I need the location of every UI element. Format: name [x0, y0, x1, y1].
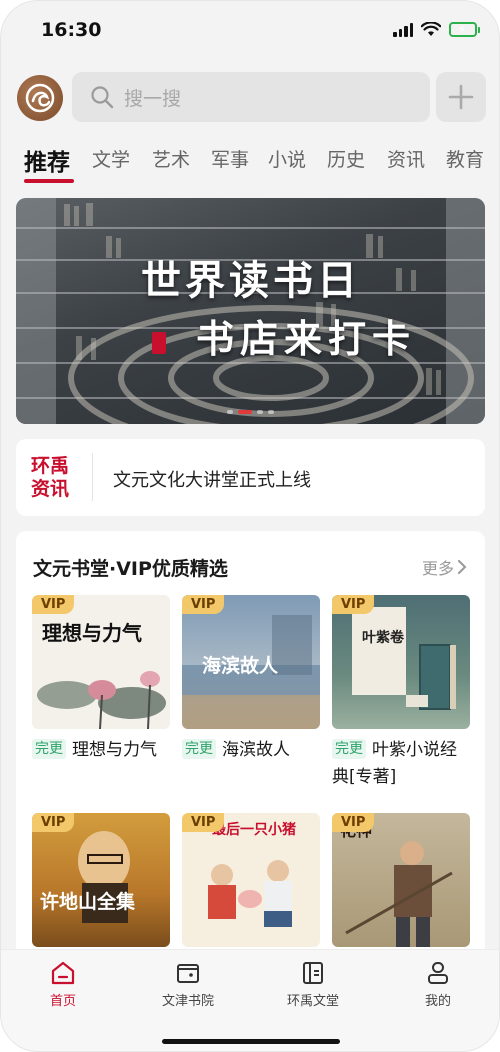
vip-badge: VIP [182, 595, 225, 614]
nav-home[interactable]: 首页 [13, 960, 113, 1009]
search-placeholder: 搜一搜 [124, 87, 182, 110]
book-info: 完更 海滨故人 [182, 737, 320, 764]
banner-title-line1: 世界读书日 [141, 257, 361, 304]
news-divider [92, 453, 93, 501]
tab-news[interactable]: 资讯 [387, 145, 425, 172]
banner-title-line2: 书店来打卡 [196, 316, 417, 361]
book-title: 海滨故人 [222, 740, 290, 760]
book-card[interactable]: VIP 花神 [332, 813, 470, 947]
book-cover: VIP 叶紫卷 [332, 595, 470, 729]
plus-icon [448, 84, 474, 110]
book-cover: VIP 花神 [332, 813, 470, 947]
book-card[interactable]: VIP 叶紫卷 完更 叶紫小说经典[专著] [332, 595, 470, 791]
app-screen: 16:30 ⚡ 搜一搜 推荐 文学 艺术 军事 小说 历史 资讯 教育 世界读书… [0, 0, 500, 1052]
category-tabs: 推荐 文学 艺术 军事 小说 历史 资讯 教育 [1, 139, 499, 189]
status-tag: 完更 [182, 739, 216, 759]
wallet-icon [177, 964, 199, 983]
vip-section: 文元书堂·VIP优质精选 更多 VIP 理想与力气 完更 理想与力气 VIP 海… [16, 531, 485, 971]
logo-icon [25, 83, 55, 113]
book-cover: VIP 最后一只小猪 [182, 813, 320, 947]
status-icons: ⚡ [393, 21, 480, 37]
app-logo[interactable] [17, 75, 63, 121]
book-cover: VIP 理想与力气 [32, 595, 170, 729]
wifi-icon [421, 21, 441, 36]
promo-banner[interactable]: 世界读书日 书店来打卡 [16, 198, 485, 424]
nav-academy[interactable]: 文津书院 [138, 960, 238, 1009]
book-card[interactable]: VIP 海滨故人 完更 海滨故人 [182, 595, 320, 764]
vip-badge: VIP [332, 595, 375, 614]
portrait-illustration [78, 831, 130, 923]
more-label: 更多 [421, 559, 454, 578]
book-cover: VIP 海滨故人 [182, 595, 320, 729]
tab-education[interactable]: 教育 [446, 145, 484, 172]
cellular-signal-icon [393, 21, 413, 37]
nav-label: 文津书院 [161, 994, 214, 1009]
chevron-right-icon [458, 560, 467, 574]
red-seal [152, 332, 166, 354]
home-icon [51, 961, 75, 985]
add-button[interactable] [436, 72, 486, 122]
active-tab-indicator [24, 179, 74, 183]
tab-recommend[interactable]: 推荐 [24, 143, 70, 177]
status-bar: 16:30 ⚡ [1, 1, 499, 61]
tab-art[interactable]: 艺术 [152, 145, 190, 172]
book-info: 完更 理想与力气 [32, 737, 170, 764]
book-card[interactable]: VIP 许地山全集 [32, 813, 170, 947]
vip-badge: VIP [182, 813, 225, 832]
vip-badge: VIP [32, 813, 75, 832]
cover-title: 理想与力气 [42, 621, 142, 645]
vip-badge: VIP [32, 595, 75, 614]
cover-title: 海滨故人 [202, 655, 279, 677]
status-tag: 完更 [32, 739, 66, 759]
tab-novel[interactable]: 小说 [268, 145, 306, 172]
tab-literature[interactable]: 文学 [92, 145, 130, 172]
book-cover: VIP 许地山全集 [32, 813, 170, 947]
nav-label: 我的 [424, 994, 451, 1009]
user-icon [428, 962, 448, 984]
battery-icon: ⚡ [449, 21, 480, 37]
book-card[interactable]: VIP 理想与力气 完更 理想与力气 [32, 595, 170, 764]
cover-title: 许地山全集 [40, 891, 136, 913]
status-tag: 完更 [332, 739, 366, 759]
book-stack-illustration [352, 607, 456, 710]
nav-profile[interactable]: 我的 [388, 960, 488, 1009]
carousel-indicator [16, 410, 485, 414]
news-headline[interactable]: 文元文化大讲堂正式上线 [113, 466, 311, 492]
vip-badge: VIP [332, 813, 375, 832]
cover-title: 最后一只小猪 [212, 822, 296, 838]
section-title: 文元书堂·VIP优质精选 [33, 558, 228, 580]
nav-label: 首页 [49, 994, 76, 1009]
nav-hall[interactable]: 环禹文堂 [263, 960, 363, 1009]
book-title: 理想与力气 [72, 740, 157, 760]
search-icon [91, 86, 114, 109]
tab-history[interactable]: 历史 [327, 145, 365, 172]
bottom-navigation: 首页 文津书院 环禹文堂 我的 [1, 949, 499, 1051]
more-link[interactable]: 更多 [422, 555, 467, 579]
news-ticker[interactable]: 环禹资讯 文元文化大讲堂正式上线 [16, 439, 485, 516]
search-input[interactable]: 搜一搜 [72, 72, 430, 122]
tab-military[interactable]: 军事 [211, 145, 249, 172]
book-info: 完更 叶紫小说经典[专著] [332, 737, 470, 791]
header: 搜一搜 [1, 71, 499, 125]
nav-label: 环禹文堂 [286, 994, 339, 1009]
cover-title: 叶紫卷 [362, 630, 404, 646]
book-card[interactable]: VIP 最后一只小猪 [182, 813, 320, 947]
lotus-painting [37, 671, 166, 729]
home-indicator[interactable] [162, 1039, 340, 1044]
status-time: 16:30 [41, 19, 102, 41]
book-icon [303, 962, 323, 984]
news-brand-label: 环禹资讯 [31, 455, 70, 500]
